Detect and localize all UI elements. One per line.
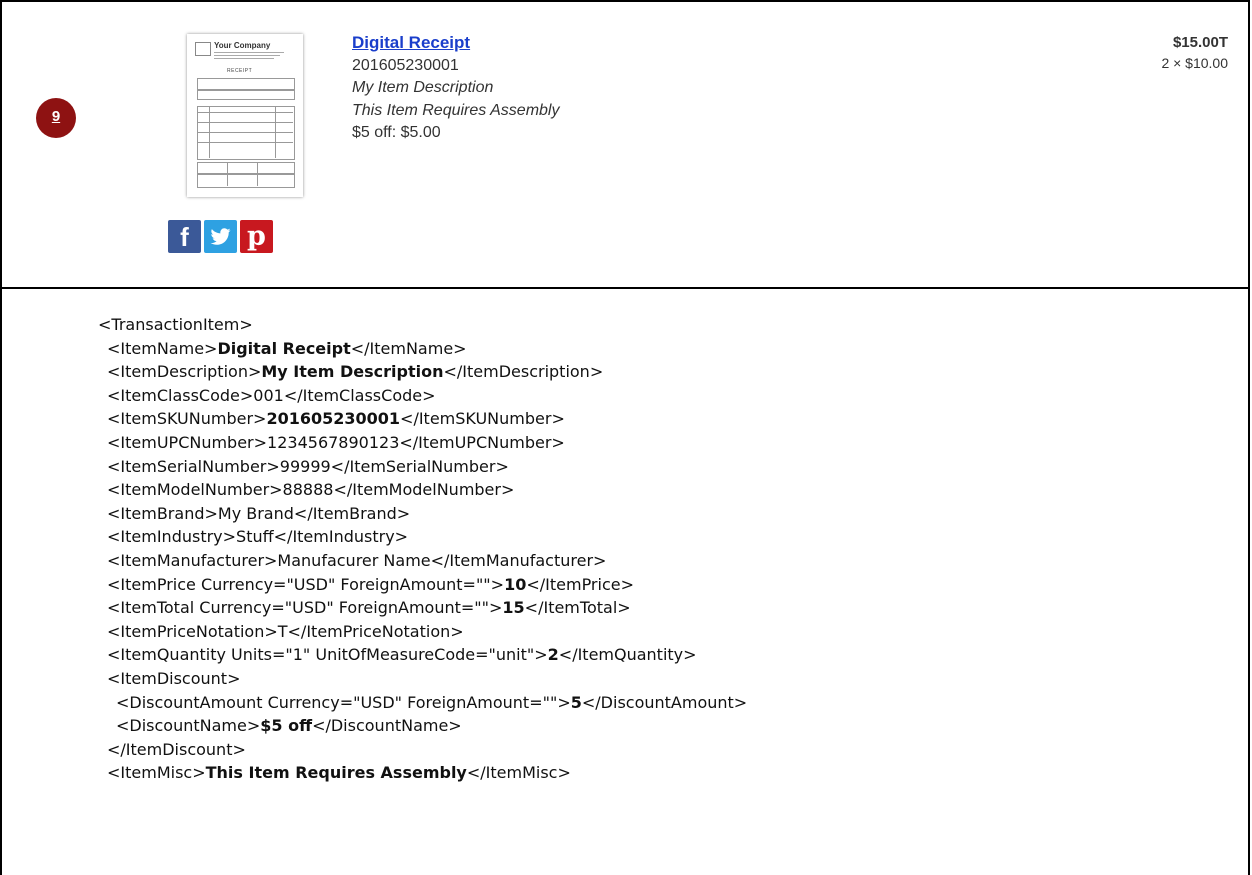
xml-value: Digital Receipt <box>217 338 351 358</box>
xml-source-view: <TransactionItem> <ItemName>Digital Recei… <box>98 313 747 785</box>
item-price-box: $15.00T 2 × $10.00 <box>1161 34 1228 71</box>
xml-text: </ItemPrice> <box>526 574 634 594</box>
thumbnail-table-line <box>197 142 293 143</box>
xml-value: This Item Requires Assembly <box>205 763 467 783</box>
thumbnail-receipt-title: RECEIPT <box>227 68 253 74</box>
xml-value: 15 <box>502 598 525 618</box>
xml-value: My Item Description <box>261 362 444 382</box>
xml-line: <ItemTotal Currency="USD" ForeignAmount=… <box>98 596 747 620</box>
xml-text: <ItemDiscount> <box>107 668 241 688</box>
logo-placeholder-icon <box>195 42 211 56</box>
xml-text: <ItemMisc> <box>107 763 206 783</box>
xml-text: </DiscountName> <box>312 716 462 736</box>
xml-text: <ItemTotal Currency="USD" ForeignAmount=… <box>107 598 503 618</box>
xml-text: <DiscountName> <box>116 716 261 736</box>
receipt-frame: 9 Your Company RECEIPT f p Digital Recei… <box>0 0 1250 875</box>
xml-line: <DiscountAmount Currency="USD" ForeignAm… <box>98 691 747 715</box>
xml-value: 2 <box>547 645 559 665</box>
thumbnail-table-line <box>275 106 276 158</box>
xml-line: <TransactionItem> <box>98 313 747 337</box>
thumbnail-table-line <box>197 122 293 123</box>
item-quantity-price: 2 × $10.00 <box>1161 55 1228 71</box>
pinterest-share-button[interactable]: p <box>240 220 273 253</box>
item-misc-note: This Item Requires Assembly <box>352 101 560 119</box>
xml-line: <ItemName>Digital Receipt</ItemName> <box>98 337 747 361</box>
twitter-bird-icon <box>210 228 231 245</box>
thumbnail-table <box>197 106 295 160</box>
xml-text: <ItemSerialNumber>99999</ItemSerialNumbe… <box>107 456 509 476</box>
thumbnail-company-name: Your Company <box>214 41 271 50</box>
xml-text: <ItemManufacturer>Manufacurer Name</Item… <box>107 550 607 570</box>
thumbnail-field-box <box>197 174 295 188</box>
xml-text: </ItemQuantity> <box>558 645 697 665</box>
thumbnail-table-line <box>227 162 228 186</box>
xml-value: 201605230001 <box>266 409 401 429</box>
thumbnail-field-box <box>197 78 295 90</box>
xml-text: </DiscountAmount> <box>581 692 748 712</box>
item-details: Digital Receipt 201605230001 My Item Des… <box>352 32 559 145</box>
xml-value: 10 <box>504 574 527 594</box>
xml-line: <ItemQuantity Units="1" UnitOfMeasureCod… <box>98 643 747 667</box>
xml-text: <DiscountAmount Currency="USD" ForeignAm… <box>116 692 571 712</box>
thumbnail-text-line <box>214 52 284 53</box>
xml-text: <ItemClassCode>001</ItemClassCode> <box>107 385 436 405</box>
xml-line: <ItemMisc>This Item Requires Assembly</I… <box>98 761 747 785</box>
xml-text: </ItemDiscount> <box>107 739 246 759</box>
xml-line: <ItemModelNumber>88888</ItemModelNumber> <box>98 478 747 502</box>
xml-line: <DiscountName>$5 off</DiscountName> <box>98 714 747 738</box>
receipt-thumbnail[interactable]: Your Company RECEIPT <box>187 34 303 197</box>
xml-line: <ItemIndustry>Stuff</ItemIndustry> <box>98 525 747 549</box>
xml-line: <ItemPrice Currency="USD" ForeignAmount=… <box>98 573 747 597</box>
xml-text: <ItemName> <box>107 338 218 358</box>
xml-text: </ItemSKUNumber> <box>400 409 565 429</box>
xml-line: <ItemSKUNumber>201605230001</ItemSKUNumb… <box>98 407 747 431</box>
thumbnail-text-line <box>214 55 280 56</box>
xml-text: <ItemModelNumber>88888</ItemModelNumber> <box>107 480 515 500</box>
xml-value: $5 off <box>260 716 313 736</box>
item-sku: 201605230001 <box>352 56 459 74</box>
xml-text: <ItemUPCNumber>1234567890123</ItemUPCNum… <box>107 432 565 452</box>
xml-line: </ItemDiscount> <box>98 738 747 762</box>
item-number-badge[interactable]: 9 <box>36 98 76 138</box>
xml-text: </ItemName> <box>350 338 467 358</box>
xml-text: <ItemSKUNumber> <box>107 409 267 429</box>
xml-line: <ItemDiscount> <box>98 667 747 691</box>
thumbnail-table-line <box>197 112 293 113</box>
xml-line: <ItemDescription>My Item Description</It… <box>98 360 747 384</box>
xml-text: <ItemPrice Currency="USD" ForeignAmount=… <box>107 574 505 594</box>
xml-text: <ItemBrand>My Brand</ItemBrand> <box>107 503 411 523</box>
thumbnail-table-line <box>197 132 293 133</box>
item-discount: $5 off: $5.00 <box>352 124 441 141</box>
facebook-share-button[interactable]: f <box>168 220 201 253</box>
thumbnail-table-line <box>257 162 258 186</box>
xml-text: </ItemDescription> <box>443 362 604 382</box>
xml-text: <ItemDescription> <box>107 362 262 382</box>
thumbnail-field-box <box>197 162 295 174</box>
xml-text: </ItemMisc> <box>466 763 571 783</box>
xml-text: <ItemIndustry>Stuff</ItemIndustry> <box>107 527 409 547</box>
xml-line: <ItemBrand>My Brand</ItemBrand> <box>98 502 747 526</box>
xml-line: <ItemPriceNotation>T</ItemPriceNotation> <box>98 620 747 644</box>
receipt-item-panel: 9 Your Company RECEIPT f p Digital Recei… <box>2 2 1248 289</box>
xml-line: <ItemUPCNumber>1234567890123</ItemUPCNum… <box>98 431 747 455</box>
twitter-share-button[interactable] <box>204 220 237 253</box>
thumbnail-field-box <box>197 90 295 100</box>
xml-text: <ItemQuantity Units="1" UnitOfMeasureCod… <box>107 645 548 665</box>
xml-value: 5 <box>570 692 582 712</box>
item-name-link[interactable]: Digital Receipt <box>352 32 559 55</box>
xml-line: <ItemManufacturer>Manufacurer Name</Item… <box>98 549 747 573</box>
thumbnail-table-line <box>209 106 210 158</box>
item-total-price: $15.00T <box>1172 34 1228 51</box>
item-description: My Item Description <box>352 79 494 96</box>
xml-line: <ItemClassCode>001</ItemClassCode> <box>98 384 747 408</box>
xml-text: <TransactionItem> <box>98 315 253 334</box>
xml-text: </ItemTotal> <box>524 598 631 618</box>
xml-text: <ItemPriceNotation>T</ItemPriceNotation> <box>107 621 464 641</box>
thumbnail-text-line <box>214 58 274 59</box>
xml-line: <ItemSerialNumber>99999</ItemSerialNumbe… <box>98 455 747 479</box>
